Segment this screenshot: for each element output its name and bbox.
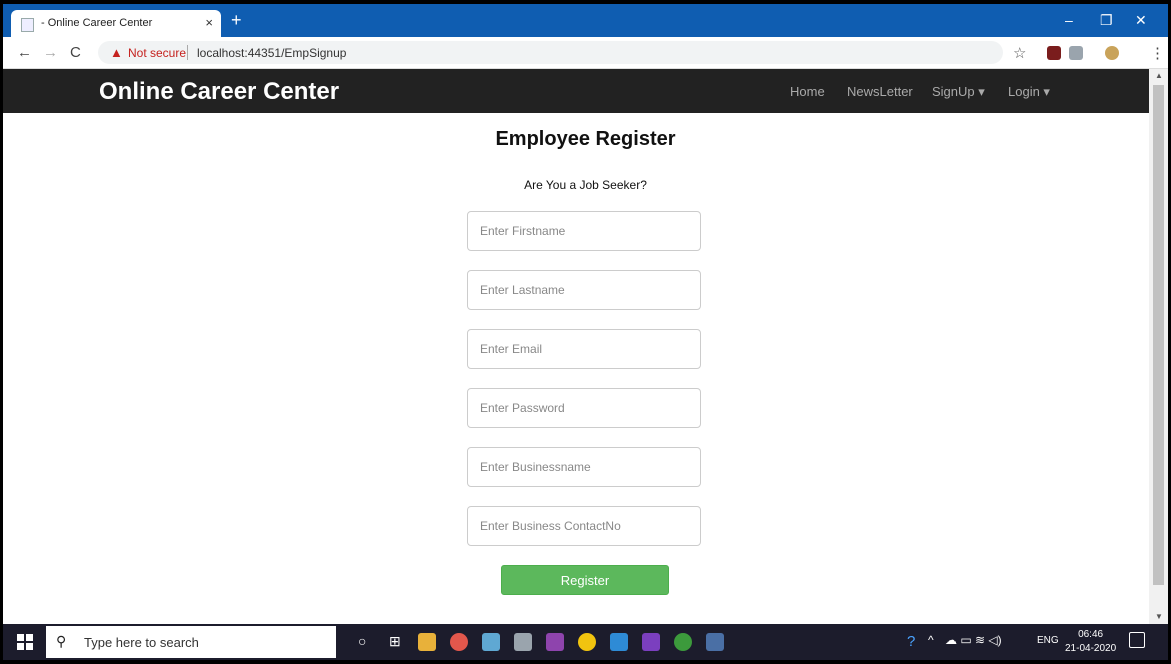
taskbar-clock[interactable]: 06:46 21-04-2020: [1065, 628, 1116, 656]
cortana-icon[interactable]: ○: [358, 633, 366, 649]
title-bar: - Online Career Center × + – ❐ ✕: [3, 4, 1168, 37]
business-contact-input[interactable]: [467, 506, 701, 546]
app-icon-4[interactable]: [706, 633, 724, 651]
url-separator: [187, 45, 188, 60]
scroll-down-icon[interactable]: ▼: [1155, 612, 1163, 621]
profile-avatar-icon[interactable]: [1105, 46, 1119, 60]
page-title: Employee Register: [495, 128, 676, 150]
vscode-icon[interactable]: [610, 633, 628, 651]
nav-login-dropdown[interactable]: Login ▾: [1008, 84, 1050, 100]
not-secure-label[interactable]: Not secure: [128, 46, 186, 60]
app-icon-1[interactable]: [482, 633, 500, 651]
firstname-input[interactable]: [467, 211, 701, 251]
windows-taskbar: ⚲ Type here to search ○ ⊞ ? ^ ☁ ▭ ≋ ◁) E…: [3, 624, 1168, 660]
new-tab-button[interactable]: +: [231, 11, 242, 29]
page-favicon-icon: [21, 18, 34, 32]
browser-tab[interactable]: - Online Career Center ×: [11, 10, 221, 37]
close-window-button[interactable]: ✕: [1135, 12, 1147, 29]
businessname-input[interactable]: [467, 447, 701, 487]
tray-icons[interactable]: ☁ ▭ ≋ ◁): [945, 633, 1002, 647]
email-input[interactable]: [467, 329, 701, 369]
tray-expand-icon[interactable]: ^: [928, 633, 934, 647]
clock-date: 21-04-2020: [1065, 643, 1117, 654]
file-explorer-icon[interactable]: [418, 633, 436, 651]
page-subtitle: Are You a Job Seeker?: [524, 178, 647, 192]
bookmark-star-icon[interactable]: ☆: [1013, 44, 1026, 62]
help-icon[interactable]: ?: [907, 633, 915, 650]
chrome-icon[interactable]: [450, 633, 468, 651]
url-text[interactable]: localhost:44351/EmpSignup: [197, 46, 346, 60]
language-indicator[interactable]: ENG: [1037, 635, 1059, 646]
taskbar-search-box[interactable]: ⚲ Type here to search: [46, 626, 336, 658]
nodejs-icon[interactable]: [674, 633, 692, 651]
url-bar[interactable]: ▲ Not secure localhost:44351/EmpSignup: [98, 41, 1003, 64]
extension-icon[interactable]: [1047, 46, 1061, 60]
forward-arrow-icon[interactable]: →: [43, 44, 58, 61]
task-view-icon[interactable]: ⊞: [389, 633, 401, 650]
notification-icon[interactable]: [1129, 632, 1145, 648]
taskbar-search-placeholder: Type here to search: [84, 635, 199, 650]
tab-close-icon[interactable]: ×: [205, 15, 213, 30]
warning-icon: ▲: [110, 45, 123, 60]
reload-icon[interactable]: C: [70, 44, 81, 61]
browser-menu-icon[interactable]: ⋮: [1150, 44, 1165, 62]
cast-icon[interactable]: [1069, 46, 1083, 60]
scroll-up-icon[interactable]: ▲: [1155, 71, 1163, 80]
back-arrow-icon[interactable]: ←: [17, 44, 32, 61]
nav-newsletter[interactable]: NewsLetter: [847, 84, 913, 99]
lastname-input[interactable]: [467, 270, 701, 310]
tab-title: - Online Career Center: [41, 17, 153, 29]
clock-time: 06:46: [1078, 629, 1104, 640]
windows-start-icon[interactable]: [17, 634, 33, 650]
nav-signup-dropdown[interactable]: SignUp ▾: [932, 84, 985, 100]
site-brand[interactable]: Online Career Center: [99, 78, 339, 106]
emoji-app-icon[interactable]: [578, 633, 596, 651]
site-navbar: Online Career Center Home NewsLetter Sig…: [3, 69, 1149, 113]
search-icon: ⚲: [56, 633, 67, 649]
app-icon-2[interactable]: [514, 633, 532, 651]
scrollbar-thumb[interactable]: [1153, 85, 1164, 585]
address-bar: ← → C ▲ Not secure localhost:44351/EmpSi…: [3, 37, 1168, 69]
nav-home[interactable]: Home: [790, 84, 825, 99]
minimize-button[interactable]: –: [1065, 12, 1073, 28]
register-button[interactable]: Register: [501, 565, 669, 595]
app-icon-3[interactable]: [546, 633, 564, 651]
visual-studio-icon[interactable]: [642, 633, 660, 651]
password-input[interactable]: [467, 388, 701, 428]
browser-window: - Online Career Center × + – ❐ ✕ ← → C ▲…: [3, 4, 1168, 660]
restore-button[interactable]: ❐: [1100, 12, 1113, 29]
page-scrollbar[interactable]: ▲ ▼: [1149, 69, 1168, 624]
